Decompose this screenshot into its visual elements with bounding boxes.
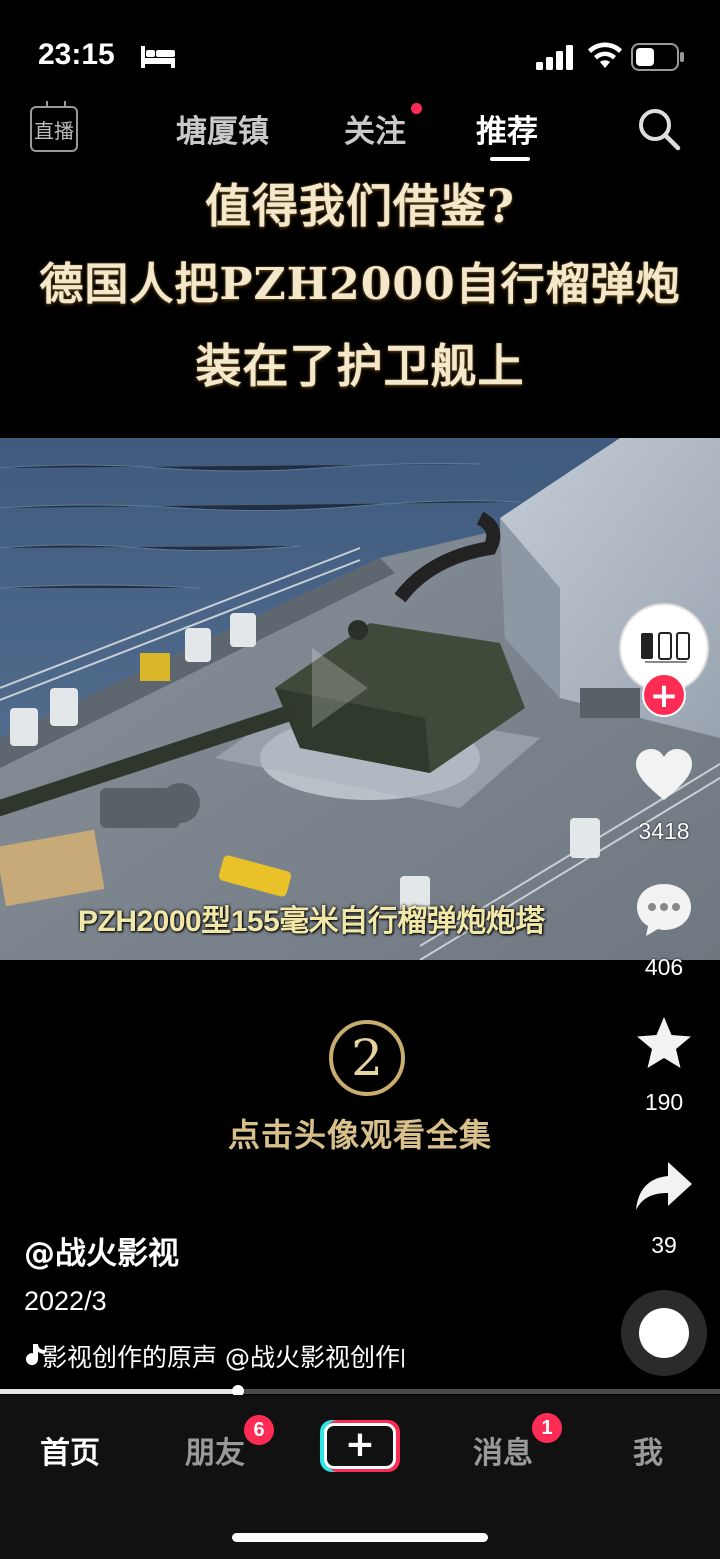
bottom-nav-me[interactable]: 我 bbox=[633, 1428, 663, 1472]
plus-icon: + bbox=[324, 1423, 396, 1469]
music-marquee[interactable]: 影视创作的原声 @战火影视创作的原声 bbox=[24, 1338, 404, 1374]
tab-following[interactable]: 关注 bbox=[344, 106, 406, 151]
create-button[interactable]: + bbox=[320, 1420, 400, 1472]
status-time: 23:15 bbox=[38, 38, 115, 71]
follow-plus-button[interactable]: + bbox=[642, 673, 686, 717]
video-frame[interactable] bbox=[0, 438, 720, 960]
video-scene-image bbox=[0, 438, 720, 960]
active-tab-indicator bbox=[490, 157, 530, 161]
messages-badge: 1 bbox=[532, 1413, 562, 1443]
music-disc[interactable] bbox=[621, 1290, 707, 1376]
video-caption: PZH2000型155毫米自行榴弹炮炮塔 bbox=[78, 905, 545, 938]
home-indicator bbox=[232, 1533, 488, 1542]
music-disc-cover bbox=[639, 1308, 689, 1358]
battery-icon bbox=[631, 43, 684, 71]
tab-recommended[interactable]: 推荐 bbox=[476, 106, 538, 151]
post-description: 2022/3 bbox=[24, 1286, 107, 1316]
avatar-logo-icon bbox=[641, 632, 690, 663]
music-title: 影视创作的原声 @战火影视创作的原声 bbox=[42, 1343, 404, 1372]
wifi-icon bbox=[588, 42, 622, 68]
author-name[interactable]: @战火影视 bbox=[24, 1228, 179, 1273]
star-icon[interactable] bbox=[634, 1014, 694, 1074]
like-count: 3418 bbox=[638, 818, 690, 844]
following-notification-dot bbox=[411, 103, 422, 114]
live-button[interactable]: 直播 bbox=[30, 106, 78, 152]
bed-icon bbox=[141, 46, 175, 68]
heart-icon[interactable] bbox=[634, 746, 694, 806]
search-icon[interactable] bbox=[636, 106, 682, 152]
comment-count: 406 bbox=[644, 954, 684, 980]
signal-icon bbox=[536, 45, 573, 70]
tab-local[interactable]: 塘厦镇 bbox=[176, 106, 269, 151]
playback-progress-fill bbox=[0, 1389, 238, 1394]
playback-progress[interactable] bbox=[0, 1385, 720, 1397]
share-count: 39 bbox=[651, 1232, 677, 1258]
comment-icon[interactable] bbox=[634, 880, 694, 940]
headline-line-1: 值得我们借鉴? bbox=[205, 179, 515, 233]
episode-prompt: 点击头像观看全集 bbox=[227, 1116, 492, 1154]
share-icon[interactable] bbox=[634, 1156, 694, 1216]
headline-line-3: 装在了护卫舰上 bbox=[195, 339, 525, 393]
episode-number: 2 bbox=[329, 1020, 405, 1096]
headline-line-2: 德国人把PZH2000自行榴弹炮 bbox=[39, 259, 681, 310]
favorite-count: 190 bbox=[644, 1089, 684, 1115]
friends-badge: 6 bbox=[244, 1415, 274, 1445]
bottom-nav-messages[interactable]: 消息 bbox=[473, 1428, 533, 1472]
bottom-nav-friends[interactable]: 朋友 bbox=[185, 1428, 245, 1472]
bottom-nav-home[interactable]: 首页 bbox=[40, 1428, 100, 1472]
